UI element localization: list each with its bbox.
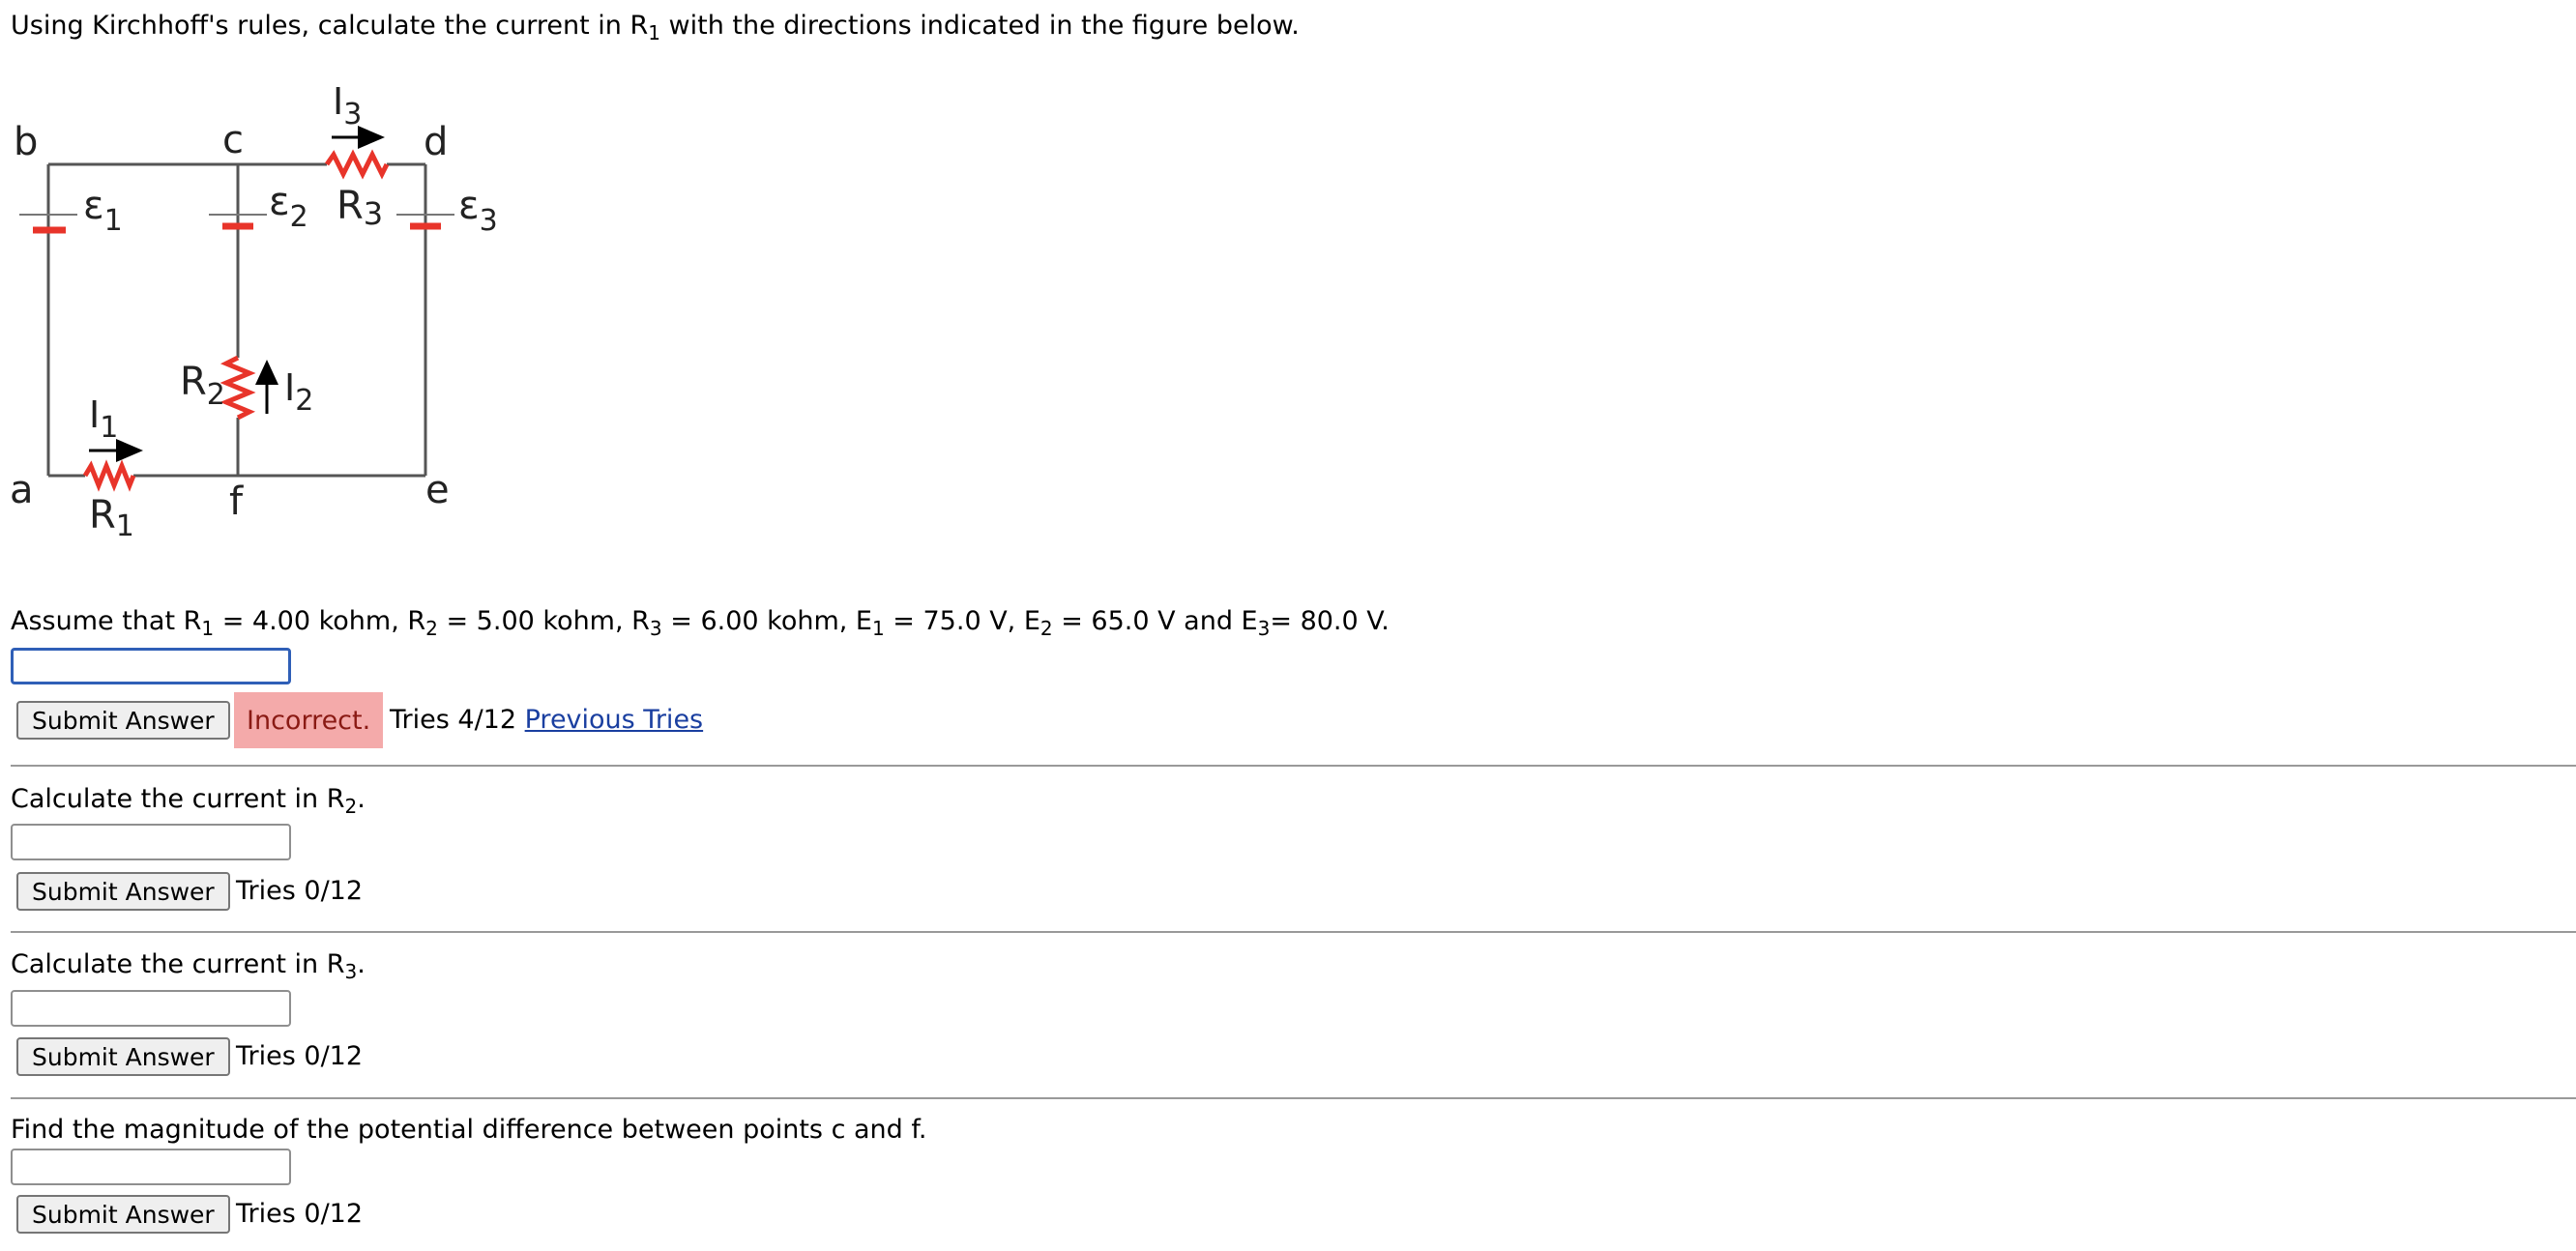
- previous-tries-link[interactable]: Previous Tries: [525, 705, 704, 735]
- question1-answer-input[interactable]: [11, 648, 291, 684]
- question2-submit-button[interactable]: Submit Answer: [16, 872, 230, 911]
- node-label-c: c: [222, 118, 244, 162]
- question2-prompt: Calculate the current in R2.: [11, 784, 366, 818]
- question1-submit-button[interactable]: Submit Answer: [16, 701, 230, 740]
- current-arrow-i2: [255, 360, 278, 414]
- section-divider: [11, 765, 2576, 767]
- current-label-i1: I1: [89, 393, 118, 445]
- node-label-f: f: [229, 480, 244, 524]
- incorrect-status-badge: Incorrect.: [234, 692, 384, 748]
- emf-label-e1: ε1: [83, 184, 123, 238]
- node-label-b: b: [14, 120, 38, 164]
- assume-values-text: Assume that R1 = 4.00 kohm, R2 = 5.00 ko…: [11, 606, 1390, 640]
- question2-answer-input[interactable]: [11, 824, 291, 860]
- question4-answer-input[interactable]: [11, 1149, 291, 1185]
- resistor-label-r2: R2: [180, 360, 225, 412]
- resistor-label-r1: R1: [89, 493, 134, 543]
- question2-tries: Tries 0/12: [236, 876, 364, 906]
- question1-prompt: Using Kirchhoff's rules, calculate the c…: [11, 11, 1300, 44]
- question3-tries: Tries 0/12: [236, 1041, 364, 1071]
- question1-tries: Tries 4/12 Previous Tries: [390, 701, 703, 740]
- question4-submit-button[interactable]: Submit Answer: [16, 1195, 230, 1234]
- node-label-e: e: [425, 468, 450, 512]
- node-label-d: d: [424, 120, 448, 164]
- emf-label-e3: ε3: [458, 184, 498, 238]
- question3-answer-input[interactable]: [11, 990, 291, 1027]
- current-label-i2: I2: [284, 366, 313, 418]
- current-label-i3: I3: [333, 80, 362, 131]
- circuit-diagram: b c d a f e ε1 ε2 ε3 R3 R1 R2 I3 I1 I2: [10, 80, 498, 543]
- question4-tries: Tries 0/12: [236, 1199, 364, 1229]
- resistor-r2: [220, 355, 256, 421]
- question3-prompt: Calculate the current in R3.: [11, 949, 366, 983]
- homework-page: Using Kirchhoff's rules, calculate the c…: [0, 0, 2576, 1251]
- resistor-r3: [324, 149, 390, 180]
- section-divider: [11, 931, 2576, 933]
- node-label-a: a: [10, 468, 34, 512]
- resistor-label-r3: R3: [337, 184, 383, 232]
- question1-tries-count: Tries 4/12: [390, 705, 517, 735]
- question3-submit-button[interactable]: Submit Answer: [16, 1037, 230, 1076]
- section-divider: [11, 1097, 2576, 1099]
- resistor-r1: [82, 459, 136, 492]
- question4-prompt: Find the magnitude of the potential diff…: [11, 1115, 927, 1145]
- emf-label-e2: ε2: [269, 180, 308, 234]
